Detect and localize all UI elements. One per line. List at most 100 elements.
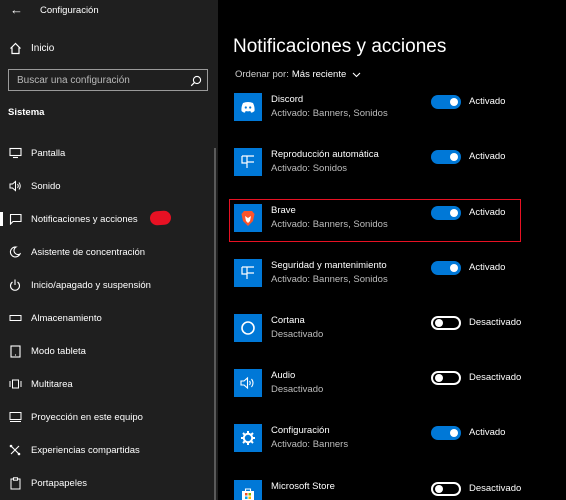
- sidebar-item-proyeccion[interactable]: Proyección en este equipo: [0, 402, 218, 432]
- search-input[interactable]: [9, 70, 187, 90]
- clipboard-icon: [8, 476, 22, 490]
- sidebar-item-pantalla[interactable]: Pantalla: [0, 138, 218, 168]
- sidebar-item-label: Sonido: [31, 180, 61, 192]
- toggle-state-label: Activado: [469, 262, 506, 273]
- home-icon: [8, 41, 22, 55]
- toggle-state-label: Activado: [469, 427, 506, 438]
- sidebar-item-tableta[interactable]: Modo tableta: [0, 336, 218, 366]
- app-row-seguridad[interactable]: Seguridad y mantenimiento Activado: Bann…: [234, 259, 534, 299]
- back-arrow-icon[interactable]: ←: [10, 2, 23, 17]
- red-highlight-box: [229, 199, 521, 242]
- app-status-detail: Desactivado: [271, 384, 324, 395]
- sidebar-item-label: Portapapeles: [31, 477, 87, 489]
- app-name: Seguridad y mantenimiento: [271, 260, 387, 271]
- sidebar-item-label: Asistente de concentración: [31, 246, 146, 258]
- sort-dropdown[interactable]: Ordenar por: Más reciente: [235, 69, 361, 80]
- notification-toggle[interactable]: [431, 426, 461, 440]
- settings-gear-icon: [234, 424, 262, 452]
- cortana-icon: [234, 314, 262, 342]
- sidebar-item-label: Pantalla: [31, 147, 66, 159]
- notification-toggle[interactable]: [431, 150, 461, 164]
- audio-icon: [234, 369, 262, 397]
- search-icon[interactable]: [190, 74, 202, 87]
- home-link[interactable]: Inicio: [8, 40, 54, 56]
- toggle-state-label: Desactivado: [469, 317, 522, 328]
- app-name: Cortana: [271, 315, 305, 326]
- search-box[interactable]: [8, 69, 208, 91]
- main-panel: Notificaciones y acciones Ordenar por: M…: [218, 0, 566, 500]
- toggle-knob: [450, 264, 458, 272]
- share-icon: [8, 443, 22, 457]
- app-row-store[interactable]: Microsoft Store Desactivado: [234, 480, 534, 500]
- app-name: Audio: [271, 370, 296, 381]
- sidebar-item-almacenamiento[interactable]: Almacenamiento: [0, 303, 218, 333]
- app-name: Configuración: [271, 425, 330, 436]
- security-icon: [234, 259, 262, 287]
- notification-toggle[interactable]: [431, 482, 461, 496]
- app-row-autoplay[interactable]: Reproducción automática Activado: Sonido…: [234, 148, 534, 188]
- sidebar-item-sonido[interactable]: Sonido: [0, 171, 218, 201]
- sidebar-item-notificaciones[interactable]: Notificaciones y acciones: [0, 204, 218, 234]
- sidebar-item-concentracion[interactable]: Asistente de concentración: [0, 237, 218, 267]
- app-row-discord[interactable]: Discord Activado: Banners, Sonidos Activ…: [234, 93, 534, 133]
- sidebar-item-portapapeles[interactable]: Portapapeles: [0, 468, 218, 498]
- chevron-down-icon: [352, 72, 361, 77]
- title-bar: ← Configuración: [0, 0, 218, 22]
- toggle-knob: [435, 374, 443, 382]
- app-status-detail: Desactivado: [271, 329, 324, 340]
- toggle-state-label: Desactivado: [469, 483, 522, 494]
- toggle-knob: [450, 429, 458, 437]
- section-title: Sistema: [8, 107, 45, 118]
- toggle-knob: [450, 98, 458, 106]
- app-name: Reproducción automática: [271, 149, 379, 160]
- message-icon: [8, 212, 22, 226]
- sidebar: ← Configuración Inicio Sistema Pantalla …: [0, 0, 218, 500]
- app-status-detail: Activado: Sonidos: [271, 163, 348, 174]
- tablet-icon: [8, 344, 22, 358]
- window-title: Configuración: [40, 5, 99, 16]
- toggle-knob: [435, 485, 443, 493]
- toggle-state-label: Activado: [469, 96, 506, 107]
- moon-icon: [8, 245, 22, 259]
- sort-label: Ordenar por:: [235, 69, 289, 80]
- toggle-state-label: Activado: [469, 151, 506, 162]
- app-name: Microsoft Store: [271, 481, 335, 492]
- sidebar-item-label: Almacenamiento: [31, 312, 102, 324]
- notification-toggle[interactable]: [431, 371, 461, 385]
- app-status-detail: Activado: Banners: [271, 439, 349, 450]
- toggle-state-label: Desactivado: [469, 372, 522, 383]
- speaker-icon: [8, 179, 22, 193]
- autoplay-icon: [234, 148, 262, 176]
- discord-icon: [234, 93, 262, 121]
- sidebar-item-label: Notificaciones y acciones: [31, 213, 138, 225]
- store-icon: [234, 480, 262, 500]
- app-row-cortana[interactable]: Cortana Desactivado Desactivado: [234, 314, 534, 354]
- sort-value: Más reciente: [291, 69, 347, 80]
- sidebar-item-label: Multitarea: [31, 378, 73, 390]
- projection-icon: [8, 410, 22, 424]
- app-row-configuracion[interactable]: Configuración Activado: Banners Activado: [234, 424, 534, 464]
- app-status-detail: Activado: Banners, Sonidos: [271, 274, 388, 285]
- toggle-knob: [450, 153, 458, 161]
- sidebar-item-compartidas[interactable]: Experiencias compartidas: [0, 435, 218, 465]
- notification-toggle[interactable]: [431, 316, 461, 330]
- multitask-icon: [8, 377, 22, 391]
- sidebar-scrollbar[interactable]: [214, 148, 216, 500]
- sidebar-item-energia[interactable]: Inicio/apagado y suspensión: [0, 270, 218, 300]
- app-row-audio[interactable]: Audio Desactivado Desactivado: [234, 369, 534, 409]
- toggle-knob: [435, 319, 443, 327]
- sidebar-item-label: Modo tableta: [31, 345, 86, 357]
- app-name: Discord: [271, 94, 304, 105]
- notification-toggle[interactable]: [431, 261, 461, 275]
- power-icon: [8, 278, 22, 292]
- notification-toggle[interactable]: [431, 95, 461, 109]
- home-label: Inicio: [31, 42, 55, 54]
- red-scribble-mark: [149, 210, 172, 226]
- sidebar-item-label: Proyección en este equipo: [31, 411, 143, 423]
- app-status-detail: Activado: Banners, Sonidos: [271, 108, 388, 119]
- sidebar-item-label: Experiencias compartidas: [31, 444, 140, 456]
- storage-icon: [8, 311, 22, 325]
- page-title: Notificaciones y acciones: [233, 36, 447, 57]
- sidebar-item-label: Inicio/apagado y suspensión: [31, 279, 151, 291]
- sidebar-item-multitarea[interactable]: Multitarea: [0, 369, 218, 399]
